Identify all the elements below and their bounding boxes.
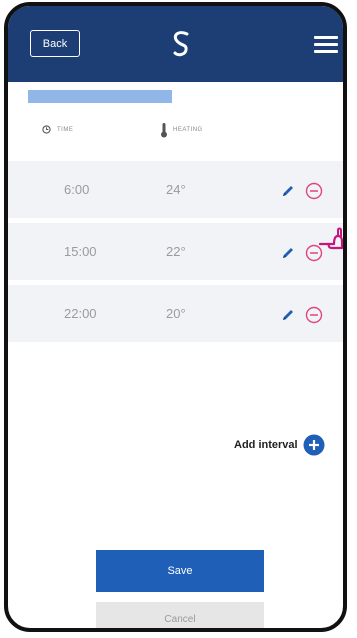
time-header-label: TIME xyxy=(57,126,74,133)
interval-row: 15:00 22° xyxy=(8,223,343,280)
interval-temperature: 20° xyxy=(166,306,186,321)
phone-frame: Back TIME HEATING 6:00 24° 15:00 22° 22:… xyxy=(4,2,347,632)
remove-icon[interactable] xyxy=(305,182,323,200)
progress-strip xyxy=(28,90,172,103)
table-header: TIME HEATING xyxy=(8,116,343,142)
interval-time: 22:00 xyxy=(64,306,97,321)
interval-temperature: 22° xyxy=(166,244,186,259)
interval-time: 15:00 xyxy=(64,244,97,259)
edit-icon[interactable] xyxy=(280,183,296,199)
top-bar: Back xyxy=(8,6,343,82)
interval-row: 6:00 24° xyxy=(8,161,343,218)
edit-icon[interactable] xyxy=(280,307,296,323)
interval-row: 22:00 20° xyxy=(8,285,343,342)
interval-time: 6:00 xyxy=(64,182,90,197)
menu-icon[interactable] xyxy=(314,36,338,53)
pointing-hand-icon xyxy=(318,227,343,250)
brand-logo-icon xyxy=(173,31,189,57)
heating-header-label: HEATING xyxy=(173,127,203,133)
time-column-header: TIME xyxy=(42,125,73,134)
cancel-button[interactable]: Cancel xyxy=(96,602,264,628)
add-icon[interactable] xyxy=(303,434,325,456)
edit-icon[interactable] xyxy=(280,245,296,261)
interval-list: 6:00 24° 15:00 22° 22:00 20° xyxy=(8,161,343,347)
thermometer-icon xyxy=(161,123,167,138)
back-button[interactable]: Back xyxy=(30,30,80,57)
interval-temperature: 24° xyxy=(166,182,186,197)
save-button[interactable]: Save xyxy=(96,550,264,592)
clock-icon xyxy=(42,125,51,134)
add-interval-label: Add interval xyxy=(234,439,298,451)
add-interval-control[interactable]: Add interval xyxy=(234,434,325,456)
heating-column-header: HEATING xyxy=(160,122,203,138)
remove-icon[interactable] xyxy=(305,306,323,324)
